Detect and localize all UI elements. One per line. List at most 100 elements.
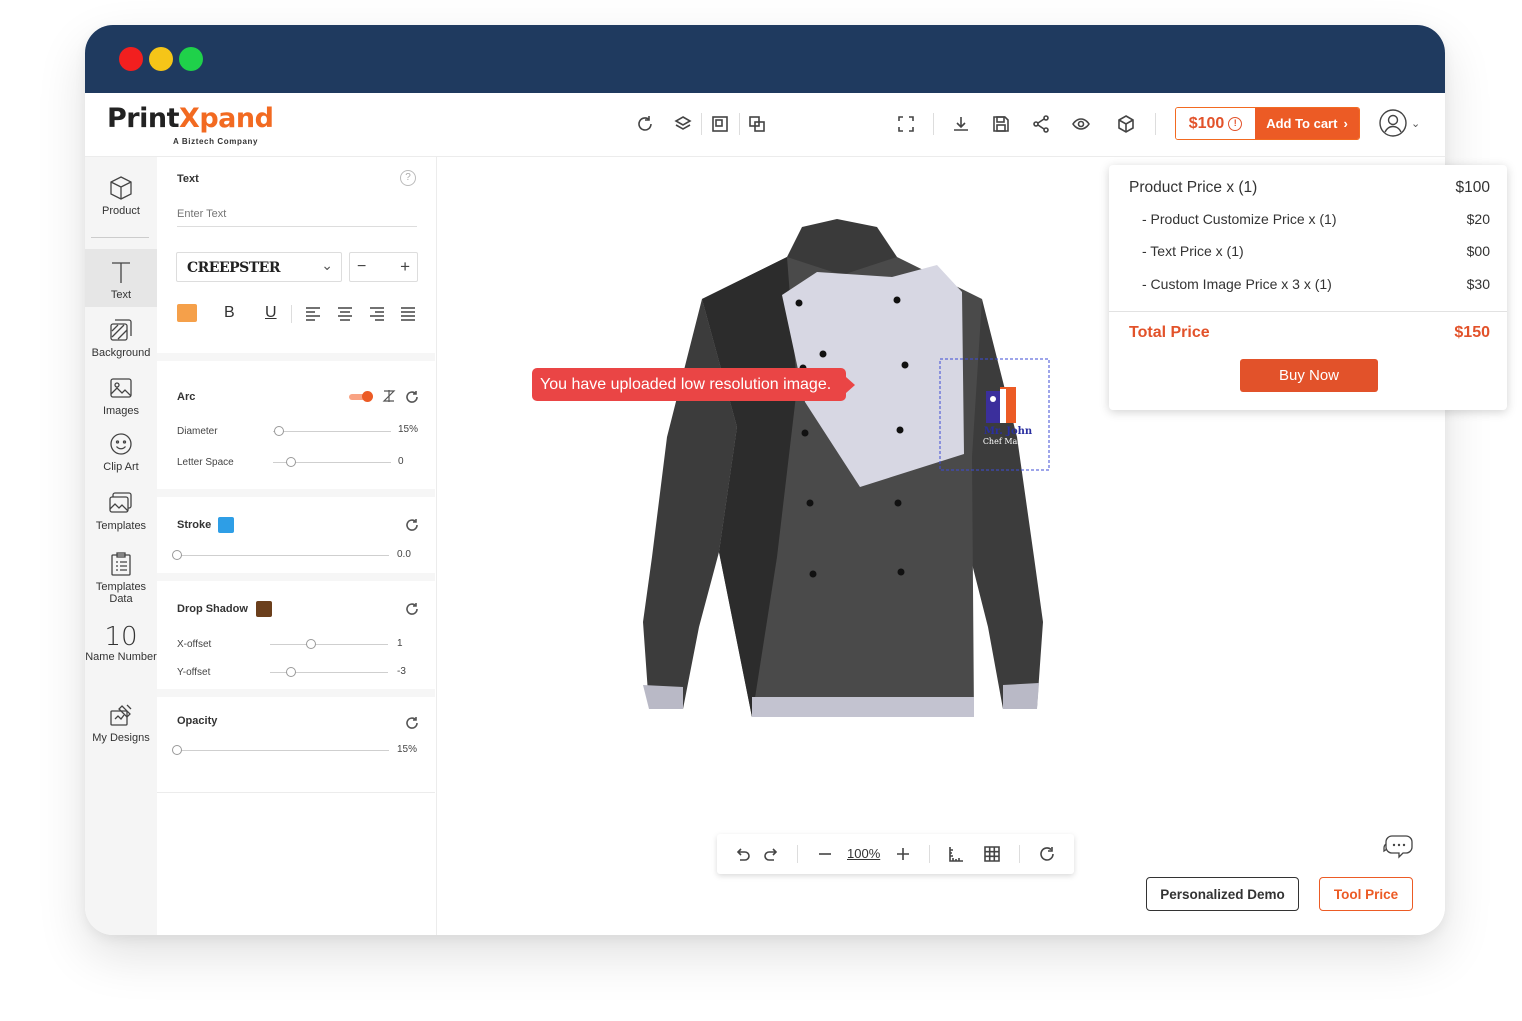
font-select[interactable]: CREEPSTER ⌄ [176,252,342,282]
shadow-reset-icon[interactable] [405,602,419,616]
tool-price-button[interactable]: Tool Price [1319,877,1413,911]
stroke-value: 0.0 [397,549,411,560]
zoom-in-icon[interactable] [893,844,913,864]
slider-handle[interactable] [273,426,284,436]
sidebar-item-product[interactable]: Product [85,175,157,235]
popup-divider [1109,311,1507,312]
diameter-slider[interactable] [273,426,391,436]
arc-reset-icon[interactable] [405,390,419,404]
cart-price: $100! [1176,108,1255,139]
3d-view-icon[interactable] [1113,111,1139,137]
underline-button[interactable]: U [265,304,277,322]
rotate-icon[interactable] [1037,844,1057,864]
decrease-size-button[interactable]: − [357,258,366,276]
minimize-window-button[interactable] [149,47,173,71]
share-icon[interactable] [1028,111,1054,137]
letter-space-value: 0 [398,456,404,467]
shadow-color-swatch[interactable] [256,601,272,617]
increase-size-button[interactable]: + [400,257,410,277]
text-properties-panel: Text ? CREEPSTER ⌄ − + B U Arc [157,157,437,935]
preview-icon[interactable] [1068,111,1094,137]
slider-handle[interactable] [172,745,182,755]
drop-shadow-section: Drop Shadow X-offset 1 Y-offset -3 [157,581,435,689]
text-section: Text ? CREEPSTER ⌄ − + B U [157,157,435,361]
sidebar-item-clip-art[interactable]: Clip Art [85,431,157,483]
align-right-icon[interactable] [368,305,386,323]
stroke-section: Stroke 0.0 [157,497,435,573]
brand-tagline: A Biztech Company [173,137,259,146]
sidebar-item-name-number[interactable]: 10 Name Number [85,623,157,685]
canvas-toolbar: 100% [717,834,1074,874]
fullscreen-icon[interactable] [893,111,919,137]
design-text-line1: Mr. John [983,426,1033,437]
arc-section: Arc Diameter 15% Letter Space 0 [157,361,435,489]
group-icon[interactable] [707,111,733,137]
price-breakdown-popup: Product Price x (1) $100 - Product Custom… [1109,165,1507,410]
help-icon[interactable]: ? [400,170,416,186]
ungroup-icon[interactable] [744,111,770,137]
zoom-level[interactable]: 100% [847,846,880,861]
letter-space-slider[interactable] [273,457,391,467]
diameter-value: 15% [398,424,419,435]
maximize-window-button[interactable] [179,47,203,71]
sidebar-item-templates[interactable]: Templates [85,490,157,542]
add-to-cart-label: Add To cart › [1255,108,1359,139]
chevron-down-icon: ⌄ [321,257,333,273]
design-text[interactable]: Mr. John Chef Master [977,427,1039,447]
text-input[interactable] [177,201,417,227]
undo-icon[interactable] [733,844,753,864]
stroke-color-swatch[interactable] [218,517,234,533]
redo-icon[interactable] [761,844,781,864]
align-justify-icon[interactable] [399,305,417,323]
personalized-demo-button[interactable]: Personalized Demo [1146,877,1299,911]
align-left-icon[interactable] [304,305,322,323]
opacity-slider[interactable] [172,745,389,755]
templates-icon [109,492,132,513]
x-offset-slider[interactable] [270,639,388,649]
sidebar-item-my-designs[interactable]: My Designs [85,702,157,768]
arc-label: Arc [177,391,196,403]
design-tools-icon [110,704,132,726]
download-icon[interactable] [948,111,974,137]
sidebar-item-templates-data[interactable]: Templates Data [85,551,157,615]
background-icon [110,319,132,341]
x-offset-value: 1 [397,638,403,649]
number-icon: 10 [104,622,138,652]
bold-button[interactable]: B [224,304,235,322]
stroke-label: Stroke [177,519,212,531]
stroke-reset-icon[interactable] [405,518,419,532]
y-offset-value: -3 [397,666,406,677]
flip-arc-icon[interactable] [382,389,396,403]
text-color-swatch[interactable] [177,304,197,322]
low-resolution-warning: You have uploaded low resolution image. [532,368,855,401]
save-icon[interactable] [988,111,1014,137]
chevron-down-icon[interactable]: ⌄ [1411,117,1420,130]
slider-handle[interactable] [172,550,182,560]
window-titlebar [85,25,1445,93]
chat-icon[interactable] [1382,832,1414,862]
info-icon[interactable]: ! [1228,116,1243,131]
grid-icon[interactable] [982,844,1002,864]
buy-now-button[interactable]: Buy Now [1240,359,1378,392]
sidebar-item-background[interactable]: Background [85,317,157,367]
layers-icon[interactable] [670,111,696,137]
sidebar-item-text[interactable]: Text [85,249,157,307]
opacity-section: Opacity 15% [157,697,435,793]
ruler-icon[interactable] [946,844,966,864]
align-center-icon[interactable] [336,305,354,323]
opacity-reset-icon[interactable] [405,716,419,730]
add-to-cart-button[interactable]: $100! Add To cart › [1175,107,1360,140]
user-avatar-icon[interactable] [1378,108,1408,138]
stroke-slider[interactable] [172,550,389,560]
sidebar-item-images[interactable]: Images [85,375,157,423]
zoom-out-icon[interactable] [815,844,835,864]
drop-shadow-label: Drop Shadow [177,603,248,615]
reset-icon[interactable] [632,111,658,137]
arc-toggle[interactable] [349,391,373,402]
y-offset-slider[interactable] [270,667,388,677]
slider-handle[interactable] [306,639,317,649]
text-icon [112,262,130,283]
slider-handle[interactable] [286,667,297,677]
close-window-button[interactable] [119,47,143,71]
slider-handle[interactable] [285,457,296,467]
